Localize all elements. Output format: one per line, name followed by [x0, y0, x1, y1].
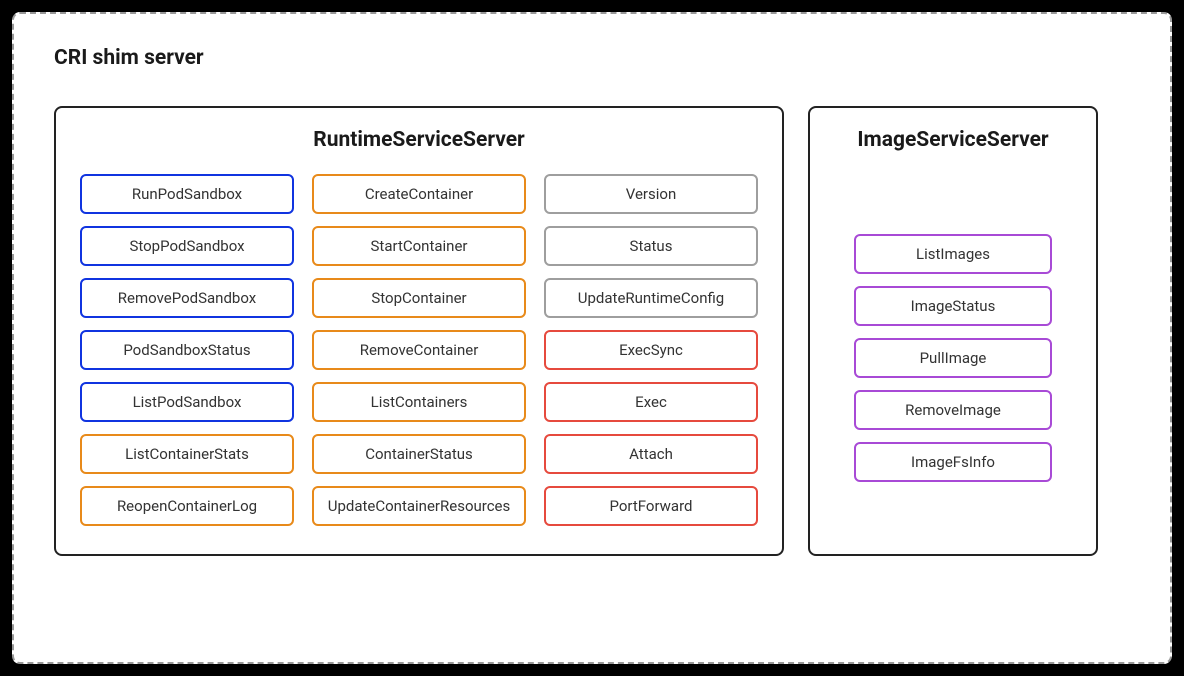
method-box: StopContainer [312, 278, 526, 318]
method-box: ListContainerStats [80, 434, 294, 474]
method-box: ContainerStatus [312, 434, 526, 474]
runtime-service-panel: RuntimeServiceServer RunPodSandbox StopP… [54, 106, 784, 556]
method-box: Status [544, 226, 758, 266]
method-box: Exec [544, 382, 758, 422]
method-box: Version [544, 174, 758, 214]
method-box: PodSandboxStatus [80, 330, 294, 370]
method-box: UpdateRuntimeConfig [544, 278, 758, 318]
method-box: PortForward [544, 486, 758, 526]
method-box: ListPodSandbox [80, 382, 294, 422]
image-panel-title: ImageServiceServer [834, 128, 1072, 152]
method-box: ReopenContainerLog [80, 486, 294, 526]
method-box: PullImage [854, 338, 1052, 378]
method-box: StopPodSandbox [80, 226, 294, 266]
method-box: RemoveImage [854, 390, 1052, 430]
method-box: RunPodSandbox [80, 174, 294, 214]
method-box: StartContainer [312, 226, 526, 266]
method-box: Attach [544, 434, 758, 474]
method-box: ImageFsInfo [854, 442, 1052, 482]
runtime-column-1: CreateContainer StartContainer StopConta… [312, 174, 526, 526]
cri-shim-server-container: CRI shim server RuntimeServiceServer Run… [12, 12, 1172, 664]
runtime-panel-title: RuntimeServiceServer [80, 128, 758, 152]
runtime-column-0: RunPodSandbox StopPodSandbox RemovePodSa… [80, 174, 294, 526]
method-box: UpdateContainerResources [312, 486, 526, 526]
method-box: ListContainers [312, 382, 526, 422]
method-box: ListImages [854, 234, 1052, 274]
method-box: ImageStatus [854, 286, 1052, 326]
method-box: ExecSync [544, 330, 758, 370]
image-service-panel: ImageServiceServer ListImages ImageStatu… [808, 106, 1098, 556]
method-box: CreateContainer [312, 174, 526, 214]
image-column: ListImages ImageStatus PullImage RemoveI… [834, 234, 1072, 482]
method-box: RemovePodSandbox [80, 278, 294, 318]
runtime-columns: RunPodSandbox StopPodSandbox RemovePodSa… [80, 174, 758, 526]
runtime-column-2: Version Status UpdateRuntimeConfig ExecS… [544, 174, 758, 526]
main-title: CRI shim server [54, 46, 1130, 70]
panels-row: RuntimeServiceServer RunPodSandbox StopP… [54, 106, 1130, 556]
method-box: RemoveContainer [312, 330, 526, 370]
